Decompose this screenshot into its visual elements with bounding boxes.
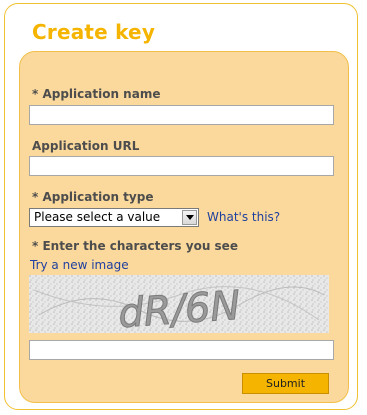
- application-name-input[interactable]: [29, 105, 334, 125]
- application-type-label: * Application type: [32, 190, 154, 204]
- submit-button[interactable]: Submit: [242, 373, 329, 394]
- create-key-panel: Create key * Application name Applicatio…: [4, 3, 358, 410]
- application-url-input[interactable]: [29, 156, 334, 176]
- application-type-select[interactable]: Please select a value: [29, 208, 199, 227]
- captcha-label: * Enter the characters you see: [32, 239, 238, 253]
- captcha-input[interactable]: [29, 340, 334, 360]
- application-type-selected-value: Please select a value: [34, 210, 161, 224]
- form-area: * Application name Application URL * App…: [19, 51, 349, 403]
- application-name-label: * Application name: [32, 87, 161, 101]
- dropdown-arrow-icon[interactable]: [182, 210, 197, 225]
- captcha-text: dR/6N: [117, 283, 242, 333]
- try-new-image-link[interactable]: Try a new image: [30, 258, 129, 272]
- whats-this-link[interactable]: What's this?: [207, 210, 280, 224]
- page-title: Create key: [32, 20, 156, 44]
- captcha-image: dR/6N: [29, 275, 329, 333]
- application-url-label: Application URL: [32, 139, 140, 153]
